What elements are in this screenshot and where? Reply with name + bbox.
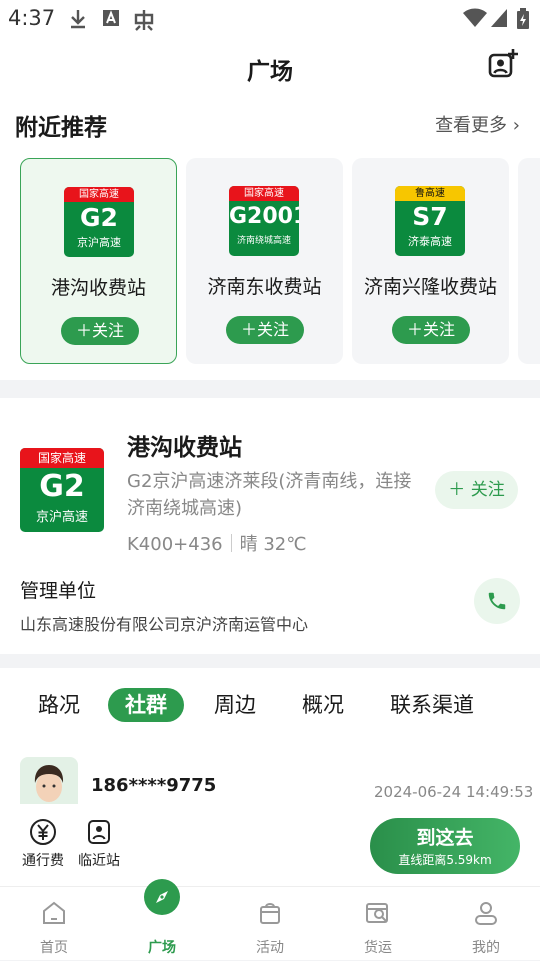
view-more-label: 查看更多 [435, 115, 508, 136]
highway-badge-g2: 国家高速 G2 京沪高速 [20, 448, 104, 532]
highway-badge-g2001: 国家高速 G2001 济南绕城高速 [229, 186, 299, 256]
nav-activity-label: 活动 [256, 940, 284, 956]
toll-button[interactable]: 通行费 [20, 818, 66, 870]
nav-home-label: 首页 [40, 940, 68, 956]
nearby-card-jinan-xinglong[interactable]: 鲁高速 S7 济泰高速 济南兴隆收费站 ＋关注 [352, 158, 509, 364]
station-meta: K400+436 晴 32℃ [127, 530, 306, 556]
follow-button[interactable]: ＋ 关注 [435, 471, 518, 509]
add-contact-button[interactable] [487, 48, 519, 80]
badge-code-text: S7 [412, 202, 448, 231]
user-avatar-icon [34, 765, 64, 802]
station-name: 港沟收费站 [50, 277, 146, 299]
signal-icon [491, 9, 507, 27]
app-notification-icon [134, 10, 154, 31]
badge-code-text: G2 [39, 469, 85, 504]
weather: 晴 32℃ [239, 534, 307, 555]
tab-overview[interactable]: 概况 [288, 688, 358, 722]
tab-community[interactable]: 社群 [108, 688, 184, 722]
gift-icon [260, 903, 280, 924]
follow-button[interactable]: ＋关注 [392, 316, 470, 344]
badge-code-text: G2 [80, 203, 118, 232]
nav-square-label: 广场 [148, 940, 176, 956]
nav-home[interactable]: 首页 [0, 887, 108, 961]
nav-mine[interactable]: 我的 [432, 887, 540, 961]
nearby-station-label: 临近站 [78, 853, 120, 869]
navigate-here-button[interactable]: 到这去 直线距离5.59km [370, 818, 520, 874]
tab-contact-channels[interactable]: 联系渠道 [380, 688, 484, 722]
badge-sub-text: 京沪高速 [77, 236, 121, 249]
nearby-card-gangou[interactable]: 国家高速 G2 京沪高速 港沟收费站 ＋关注 [20, 158, 177, 364]
person-icon [475, 902, 497, 925]
follow-label: 关注 [257, 320, 290, 339]
phone-icon [488, 592, 506, 610]
nearby-title: 附近推荐 [15, 115, 107, 141]
nav-square[interactable]: 广场 [108, 879, 216, 961]
status-bar: 4:37 [0, 0, 540, 38]
font-icon [103, 10, 119, 26]
yuan-icon [30, 819, 56, 845]
nav-freight-label: 货运 [364, 940, 392, 956]
management-label: 管理单位 [20, 580, 97, 602]
post-username: 186****9775 [91, 775, 217, 796]
bottom-nav: 首页 广场 活动 货运 我的 [0, 879, 540, 961]
battery-icon [517, 8, 529, 29]
follow-button[interactable]: ＋关注 [226, 316, 304, 344]
badge-sub-text: 济泰高速 [408, 235, 452, 248]
contact-card-icon [88, 820, 110, 844]
station-route: G2京沪高速济莱段(济青南线，连接济南绕城高速) [127, 471, 412, 519]
bottom-action-bar: 通行费 临近站 到这去 直线距离5.59km [0, 804, 540, 886]
post-timestamp: 2024-06-24 14:49:53 [374, 783, 534, 801]
station-name: 济南兴隆收费站 [363, 276, 497, 298]
nav-mine-label: 我的 [472, 940, 500, 956]
management-value: 山东高速股份有限公司京沪济南运管中心 [20, 615, 309, 634]
nav-activity[interactable]: 活动 [216, 887, 324, 961]
nearby-card-partial[interactable] [518, 158, 540, 364]
badge-top-text: 国家高速 [64, 187, 134, 202]
station-name: 济南东收费站 [207, 276, 322, 298]
truck-search-icon [366, 903, 388, 923]
page-title: 广场 [247, 59, 293, 85]
highway-badge-s7: 鲁高速 S7 济泰高速 [395, 186, 465, 256]
wifi-icon [463, 8, 487, 27]
toll-label: 通行费 [22, 853, 64, 869]
nearby-card-jinan-east[interactable]: 国家高速 G2001 济南绕城高速 济南东收费站 ＋关注 [186, 158, 343, 364]
badge-top-text: 国家高速 [20, 448, 104, 468]
distance-label: 直线距离5.59km [398, 853, 492, 867]
follow-button[interactable]: ＋关注 [61, 317, 139, 345]
station-name: 港沟收费站 [127, 435, 242, 461]
badge-top-text: 国家高速 [229, 186, 299, 201]
download-icon [71, 10, 85, 29]
follow-label: 关注 [92, 321, 125, 340]
plus-icon: ＋ [448, 480, 466, 500]
call-button[interactable] [474, 578, 520, 624]
plus-icon: ＋ [406, 320, 423, 339]
view-more-link[interactable]: 查看更多 › [435, 111, 520, 137]
nav-freight[interactable]: 货运 [324, 887, 432, 961]
tab-surroundings[interactable]: 周边 [200, 688, 270, 722]
follow-label: 关注 [470, 480, 505, 500]
badge-sub-text: 济南绕城高速 [236, 236, 291, 246]
badge-code-text: G2001 [229, 204, 299, 229]
header: 广场 [0, 38, 540, 96]
avatar[interactable] [20, 757, 78, 807]
station-km: K400+436 [127, 534, 223, 555]
tab-road-conditions[interactable]: 路况 [24, 688, 94, 722]
navigate-label: 到这去 [416, 827, 474, 849]
plus-icon: ＋ [75, 321, 92, 340]
nearby-station-button[interactable]: 临近站 [76, 818, 122, 870]
compass-icon [144, 879, 180, 915]
follow-label: 关注 [423, 320, 456, 339]
chevron-right-icon: › [512, 115, 520, 136]
badge-top-text: 鲁高速 [395, 186, 465, 201]
highway-badge-g2: 国家高速 G2 京沪高速 [64, 187, 134, 257]
nearby-section: 附近推荐 查看更多 › 国家高速 G2 京沪高速 港沟收费站 ＋关注 国家高速 … [0, 96, 540, 380]
home-icon [43, 901, 65, 924]
status-time: 4:37 [8, 6, 56, 30]
plus-icon: ＋ [240, 320, 257, 339]
station-detail: 国家高速 G2 京沪高速 港沟收费站 G2京沪高速济莱段(济青南线，连接济南绕城… [0, 398, 540, 654]
divider [230, 534, 232, 552]
badge-sub-text: 京沪高速 [35, 510, 88, 525]
